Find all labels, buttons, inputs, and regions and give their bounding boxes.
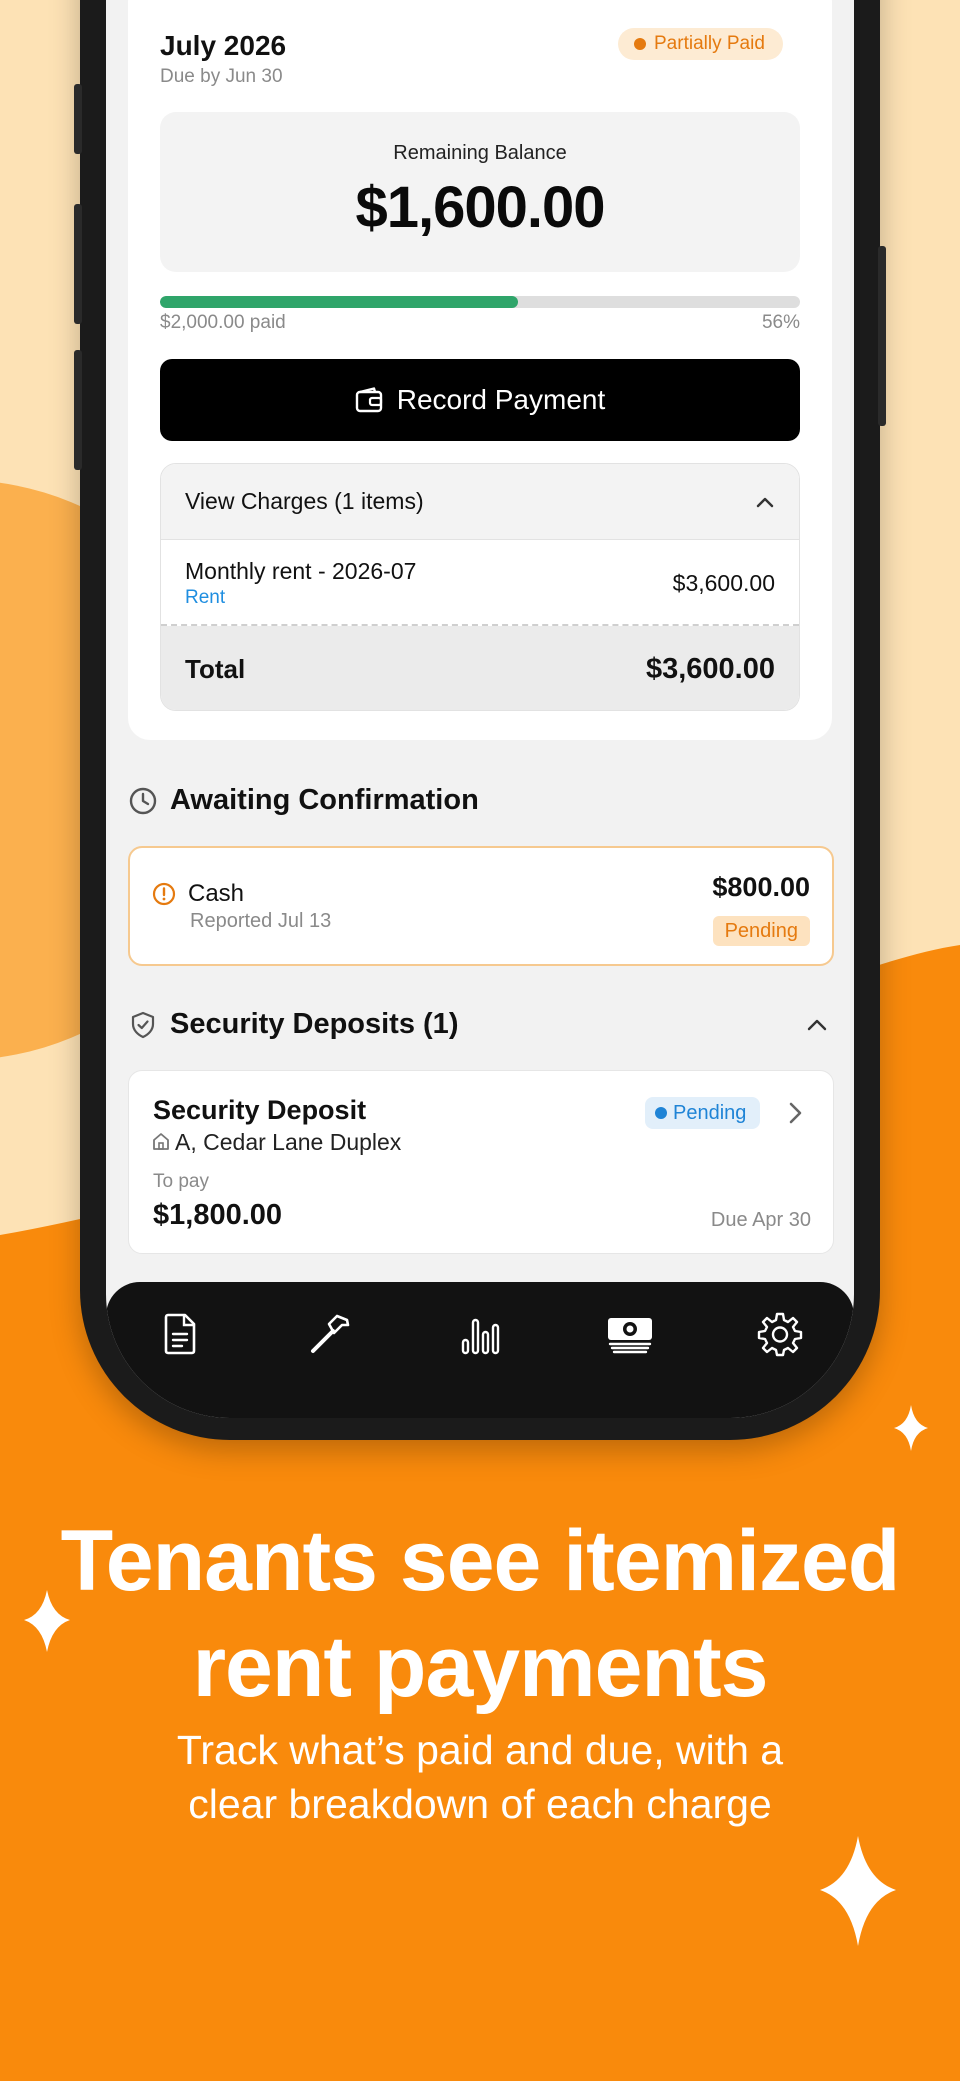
tab-payments[interactable] [600, 1304, 660, 1364]
payment-amount: $800.00 [712, 872, 810, 902]
tab-maintenance[interactable] [300, 1304, 360, 1364]
security-deposit-card[interactable]: Security Deposit A, Cedar Lane Duplex Pe… [128, 1070, 834, 1254]
document-icon [164, 1313, 196, 1355]
payment-progress-fill [160, 296, 519, 308]
tab-reports[interactable] [450, 1304, 510, 1364]
paid-amount-text: $2,000.00 paid [160, 312, 286, 333]
payment-reported-date: Reported Jul 13 [190, 910, 332, 932]
bar-chart-icon [461, 1318, 500, 1355]
hammer-icon [311, 1314, 350, 1353]
status-badge: Partially Paid [618, 28, 783, 60]
charges-toggle[interactable]: View Charges (1 items) [161, 464, 799, 540]
balance-label: Remaining Balance [393, 142, 567, 164]
awaiting-payment-card[interactable]: Cash Reported Jul 13 $800.00 Pending [128, 846, 834, 966]
phone-side-button [878, 246, 886, 426]
wallet-icon [355, 387, 382, 413]
deposit-status-badge: Pending [645, 1097, 761, 1129]
charges-total-row: Total $3,600.00 [161, 626, 799, 710]
pending-badge: Pending [712, 916, 810, 946]
phone-side-button [74, 204, 82, 324]
house-icon [153, 1133, 169, 1150]
charges-title: View Charges (1 items) [185, 488, 424, 514]
deposit-due-date: Due Apr 30 [710, 1209, 811, 1231]
subline-line-1: Track what’s paid and due, with a [176, 1727, 784, 1773]
status-dot-icon [655, 1107, 667, 1119]
deposit-amount: $1,800.00 [153, 1199, 283, 1231]
status-dot-icon [634, 38, 646, 50]
alert-circle-icon [152, 882, 176, 906]
deposit-title: Security Deposit [153, 1095, 367, 1125]
record-payment-button[interactable]: Record Payment [160, 359, 800, 441]
clock-icon [129, 787, 157, 815]
phone-side-button [74, 84, 82, 154]
deposit-property: A, Cedar Lane Duplex [175, 1129, 402, 1155]
headline-line-1: Tenants see itemized [60, 1513, 901, 1609]
payment-method: Cash [188, 880, 245, 907]
chevron-up-icon [756, 497, 774, 507]
charge-category: Rent [185, 587, 226, 608]
charges-accordion: View Charges (1 items) Monthly rent - 20… [160, 463, 800, 711]
phone-screen: July 2026 Due by Jun 30 Partially Paid R… [106, 0, 854, 1418]
deposits-section-title: Security Deposits (1) [170, 1008, 459, 1040]
charge-row: Monthly rent - 2026-07 Rent $3,600.00 [161, 540, 799, 626]
chevron-right-icon [789, 1102, 802, 1124]
cash-icon [608, 1318, 652, 1354]
total-label: Total [185, 653, 246, 684]
charge-name: Monthly rent - 2026-07 [185, 558, 417, 584]
bill-month: July 2026 [160, 30, 287, 61]
gear-icon [757, 1312, 803, 1357]
bill-due-date: Due by Jun 30 [160, 66, 283, 87]
deposit-status-label: Pending [673, 1101, 747, 1124]
charge-amount: $3,600.00 [672, 570, 775, 596]
balance-amount: $1,600.00 [355, 175, 605, 240]
paid-percent-text: 56% [761, 312, 800, 333]
shield-check-icon [131, 1011, 155, 1039]
subline-line-2: clear breakdown of each charge [188, 1781, 772, 1827]
balance-box: Remaining Balance $1,600.00 [160, 112, 800, 272]
tab-settings[interactable] [750, 1304, 810, 1364]
bottom-tab-bar [106, 1282, 854, 1418]
to-pay-label: To pay [153, 1171, 209, 1192]
record-payment-label: Record Payment [396, 384, 606, 415]
payment-progress-bar [160, 296, 800, 308]
phone-side-button [74, 350, 82, 470]
tab-documents[interactable] [150, 1304, 210, 1364]
status-badge-label: Partially Paid [654, 33, 765, 54]
awaiting-section-title: Awaiting Confirmation [170, 784, 479, 816]
bill-card: July 2026 Due by Jun 30 Partially Paid R… [128, 0, 832, 740]
chevron-up-icon[interactable] [806, 1018, 828, 1032]
total-amount: $3,600.00 [645, 652, 775, 685]
headline-line-2: rent payments [192, 1619, 769, 1715]
